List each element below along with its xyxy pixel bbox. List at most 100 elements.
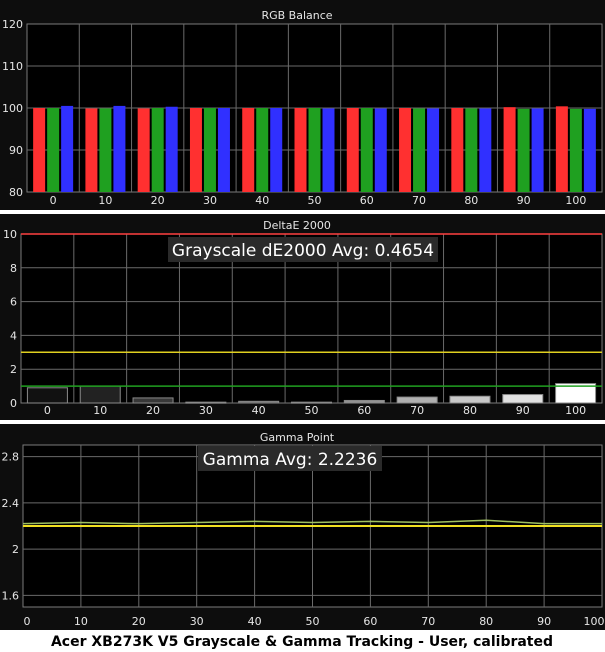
- deltae-bar: [502, 394, 544, 404]
- deltae-y-tick-label: 4: [10, 329, 17, 342]
- gamma-x-tick-label: 10: [74, 615, 88, 628]
- gamma-x-tick-label: 50: [306, 615, 320, 628]
- gamma-chart-title: Gamma Point: [260, 431, 335, 444]
- gamma-y-tick-label: 2.8: [2, 451, 20, 464]
- deltae-x-tick-label: 100: [565, 404, 586, 417]
- figure-caption: Acer XB273K V5 Grayscale & Gamma Trackin…: [51, 634, 553, 650]
- rgb-x-tick-label: 50: [308, 194, 322, 207]
- deltae-bar: [291, 401, 332, 404]
- deltae-x-tick-label: 40: [252, 404, 266, 417]
- rgb-bar-blue: [374, 108, 387, 192]
- rgb-bars: [33, 105, 596, 192]
- rgb-y-tick-label: 110: [2, 60, 23, 73]
- rgb-chart-title: RGB Balance: [261, 9, 332, 22]
- gamma-x-tick-label: 40: [248, 615, 262, 628]
- deltae-bar: [343, 399, 385, 404]
- rgb-bar-green: [47, 108, 60, 192]
- gamma-x-tick-label: 20: [132, 615, 146, 628]
- gamma-x-tick-label: 0: [24, 615, 31, 628]
- deltae-bar: [185, 401, 227, 404]
- rgb-x-tick-label: 30: [203, 194, 217, 207]
- deltae-x-tick-label: 10: [93, 404, 107, 417]
- gamma-panel: Gamma Point Gamma Avg: 2.2236 1.6 2 2.4 2.8…: [0, 424, 605, 630]
- rgb-bar-red: [189, 108, 202, 192]
- deltae-x-tick-label: 30: [199, 404, 213, 417]
- rgb-bar-red: [33, 108, 46, 192]
- deltae-bar: [79, 385, 121, 404]
- deltae-x-tick-label: 70: [410, 404, 424, 417]
- deltae-y-tick-label: 10: [3, 228, 17, 241]
- rgb-x-tick-label: 70: [412, 194, 426, 207]
- deltae-y-tick-label: 8: [10, 262, 17, 275]
- deltae-bar: [238, 400, 280, 404]
- deltae-bar: [449, 395, 491, 404]
- rgb-bar-blue: [583, 108, 596, 192]
- rgb-bar-blue: [270, 108, 283, 192]
- deltae-x-tick-label: 60: [357, 404, 371, 417]
- rgb-bar-blue: [479, 108, 492, 192]
- deltae-chart-title: DeltaE 2000: [263, 219, 331, 232]
- figure: RGB Balance 8090100110120 0 10 20 30 40 50 60 7…: [0, 0, 605, 650]
- rgb-bar-red: [85, 108, 98, 192]
- gamma-x-tick-label: 80: [479, 615, 493, 628]
- rgb-bar-green: [308, 108, 321, 192]
- rgb-bar-blue: [531, 108, 544, 192]
- rgb-bar-green: [203, 108, 216, 192]
- rgb-bar-red: [555, 106, 568, 192]
- rgb-bar-red: [503, 107, 516, 192]
- rgb-y-tick-label: 90: [9, 144, 23, 157]
- deltae-bar: [26, 387, 68, 404]
- rgb-bar-red: [399, 108, 412, 192]
- gamma-x-tick-label: 30: [190, 615, 204, 628]
- rgb-bar-red: [242, 108, 255, 192]
- deltae-bar: [132, 397, 174, 404]
- rgb-bar-blue: [217, 108, 230, 192]
- deltae-y-tick-label: 6: [10, 296, 17, 309]
- rgb-bar-green: [99, 108, 112, 192]
- deltae-y-tick-label: 2: [10, 363, 17, 376]
- rgb-bar-red: [137, 108, 150, 192]
- gamma-y-tick-label: 2.4: [2, 497, 20, 510]
- rgb-bar-blue: [427, 108, 440, 192]
- rgb-x-tick-label: 60: [360, 194, 374, 207]
- deltae-bar: [396, 396, 438, 404]
- rgb-bar-green: [517, 108, 530, 192]
- deltae-x-tick-label: 0: [44, 404, 51, 417]
- rgb-bar-green: [360, 108, 373, 192]
- rgb-x-tick-label: 100: [565, 194, 586, 207]
- rgb-bar-blue: [322, 108, 335, 192]
- deltae-panel: DeltaE 2000 Grayscale dE2000 Avg: 0.4654…: [0, 214, 605, 420]
- deltae-x-tick-label: 50: [305, 404, 319, 417]
- rgb-bar-green: [569, 108, 582, 192]
- rgb-x-tick-label: 80: [464, 194, 478, 207]
- rgb-y-tick-label: 100: [2, 102, 23, 115]
- gamma-y-tick-label: 2: [12, 543, 19, 556]
- rgb-bar-blue: [165, 106, 178, 192]
- gamma-x-tick-label: 70: [421, 615, 435, 628]
- rgb-x-tick-label: 10: [98, 194, 112, 207]
- deltae-x-tick-label: 80: [463, 404, 477, 417]
- rgb-bar-blue: [61, 105, 74, 192]
- rgb-bar-green: [256, 108, 269, 192]
- gamma-y-tick-label: 1.6: [2, 589, 20, 602]
- rgb-y-tick-label: 120: [2, 18, 23, 31]
- rgb-x-tick-label: 90: [517, 194, 531, 207]
- deltae-annotation: Grayscale dE2000 Avg: 0.4654: [172, 241, 434, 261]
- rgb-bar-red: [346, 108, 359, 192]
- gamma-annotation: Gamma Avg: 2.2236: [203, 450, 378, 470]
- rgb-x-tick-label: 40: [255, 194, 269, 207]
- rgb-bar-red: [451, 108, 464, 192]
- rgb-x-tick-label: 0: [50, 194, 57, 207]
- rgb-x-tick-label: 20: [151, 194, 165, 207]
- deltae-x-tick-label: 20: [146, 404, 160, 417]
- rgb-y-tick-label: 80: [9, 186, 23, 199]
- gamma-x-tick-label: 100: [584, 615, 605, 628]
- deltae-y-tick-label: 0: [10, 397, 17, 410]
- rgb-bar-red: [294, 108, 307, 192]
- rgb-bar-green: [151, 108, 164, 192]
- rgb-balance-panel: RGB Balance 80 90 100 110 120 0 10 20 30 40 50 60 7…: [0, 0, 605, 210]
- rgb-bar-blue: [113, 105, 126, 192]
- rgb-bar-green: [413, 108, 426, 192]
- gamma-x-tick-label: 60: [363, 615, 377, 628]
- deltae-x-tick-label: 90: [516, 404, 530, 417]
